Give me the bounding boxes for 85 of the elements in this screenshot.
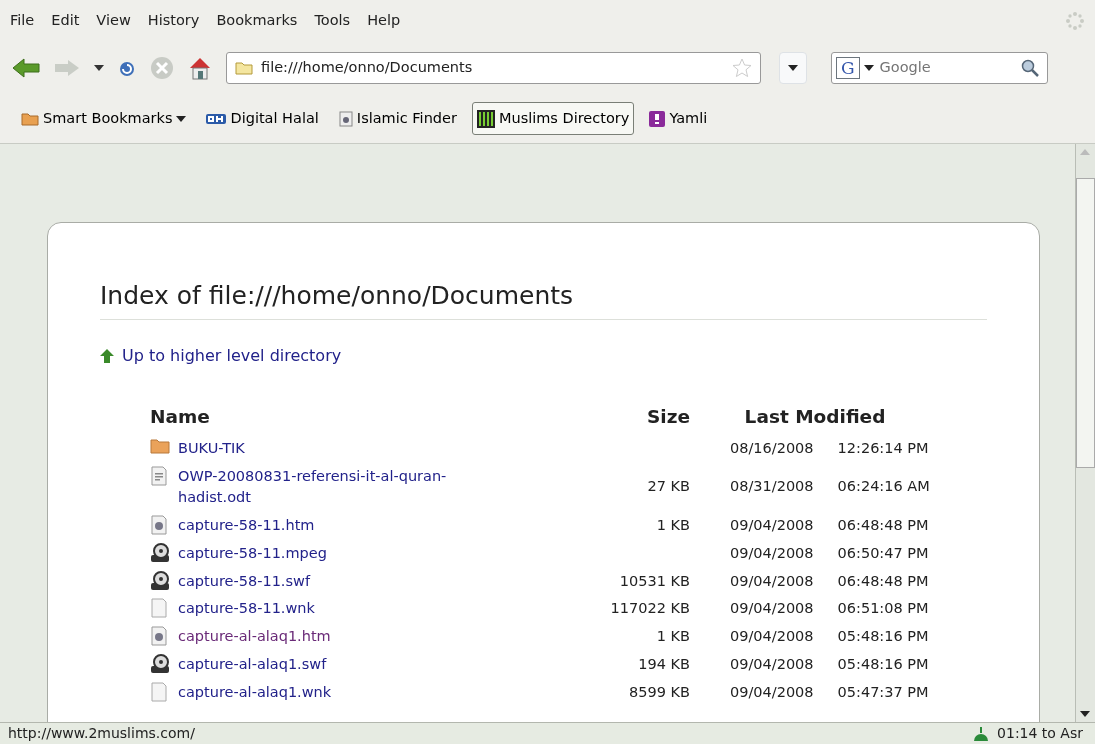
logo-icon	[649, 110, 666, 127]
file-link[interactable]: capture-58-11.wnk	[178, 598, 315, 620]
file-date: 09/04/2008	[730, 543, 814, 563]
bars-icon	[476, 109, 495, 128]
mosque-dome-icon	[973, 725, 990, 742]
web-page-icon	[150, 515, 170, 535]
file-link[interactable]: BUKU-TIK	[178, 437, 245, 460]
file-time: 06:48:48 PM	[837, 516, 929, 535]
throbber-icon	[1065, 11, 1085, 31]
file-date: 08/31/2008	[730, 477, 814, 497]
page-title: Index of file:///home/onno/Documents	[100, 281, 987, 320]
menu-item[interactable]: Tools	[314, 10, 351, 32]
file-link[interactable]: capture-58-11.mpeg	[178, 542, 327, 565]
file-link[interactable]: capture-al-alaq1.wnk	[178, 681, 332, 704]
bookmark-button[interactable]: Muslims Directory	[471, 101, 635, 136]
web-page-icon	[150, 626, 170, 646]
menu-item[interactable]: Help	[367, 10, 401, 32]
blank-file-icon	[150, 598, 170, 619]
dropdown-caret-icon[interactable]	[94, 65, 104, 71]
folder-icon	[235, 61, 253, 75]
bookmark-button[interactable]: Islamic Finder	[333, 101, 462, 136]
file-date: 09/04/2008	[730, 571, 814, 591]
page-icon	[338, 110, 353, 127]
address-dropdown-button[interactable]	[779, 52, 807, 84]
prayer-time: 01:14 to Asr	[997, 724, 1083, 743]
home-icon[interactable]	[188, 56, 212, 80]
file-size: 8599 KB	[629, 683, 690, 700]
file-time: 05:48:16 PM	[837, 627, 929, 646]
file-size: 1 KB	[656, 517, 690, 533]
column-header: Last Modified	[690, 381, 940, 435]
menu-item[interactable]: History	[147, 10, 200, 32]
film-reel-icon	[150, 542, 170, 563]
address-field[interactable]: file:///home/onno/Documents	[226, 52, 761, 84]
file-time: 12:26:14 PM	[837, 438, 929, 458]
file-link[interactable]: capture-58-11.htm	[178, 515, 315, 537]
search-field[interactable]: G Google	[831, 52, 1048, 84]
film-reel-icon	[150, 653, 170, 674]
file-date: 09/04/2008	[730, 516, 814, 535]
blank-file-icon	[150, 681, 170, 702]
back-arrow-icon[interactable]	[12, 57, 40, 79]
bookmark-button[interactable]: Yamli	[644, 101, 713, 136]
file-size: 194 KB	[638, 655, 690, 672]
document-icon	[150, 465, 170, 486]
folder-icon	[21, 111, 39, 126]
bookmark-button[interactable]: Smart Bookmarks	[16, 101, 192, 136]
file-time: 05:48:16 PM	[837, 654, 929, 674]
search-engine-label[interactable]: G	[836, 57, 860, 79]
file-link[interactable]: capture-al-alaq1.swf	[178, 653, 327, 676]
file-date: 09/04/2008	[730, 627, 814, 646]
star-icon[interactable]	[732, 58, 752, 78]
reload-icon[interactable]	[118, 59, 136, 77]
file-link[interactable]: capture-al-alaq1.htm	[178, 626, 331, 648]
file-time: 06:50:47 PM	[837, 543, 929, 563]
caret-icon	[788, 65, 798, 71]
scrollbar[interactable]	[1075, 144, 1095, 722]
up-directory-link[interactable]: Up to higher level directory	[100, 344, 342, 368]
file-time: 05:47:37 PM	[837, 682, 929, 702]
file-time: 06:48:48 PM	[837, 571, 929, 591]
column-header: Size	[646, 405, 690, 429]
file-link[interactable]: OWP-20080831-referensi-it-al-quran-hadist.odt	[178, 465, 518, 509]
logo-icon	[206, 113, 227, 124]
up-arrow-icon	[100, 349, 114, 363]
file-time: 06:51:08 PM	[837, 599, 929, 619]
search-icon[interactable]	[1021, 59, 1039, 77]
file-size: 117022 KB	[610, 600, 690, 617]
menu-item[interactable]: View	[96, 10, 131, 32]
caret-icon	[176, 115, 187, 122]
film-reel-icon	[150, 570, 170, 591]
file-size: 10531 KB	[619, 572, 690, 589]
file-time: 06:24:16 AM	[837, 477, 930, 497]
file-date: 08/16/2008	[730, 438, 814, 458]
status-url: http://www.2muslims.com/	[8, 724, 195, 743]
file-date: 09/04/2008	[730, 599, 814, 619]
scrollbar-thumb[interactable]	[1076, 178, 1095, 468]
file-size: 1 KB	[656, 628, 690, 644]
file-date: 09/04/2008	[730, 682, 814, 702]
menu-item[interactable]: File	[10, 10, 35, 32]
file-date: 09/04/2008	[730, 654, 814, 674]
file-link[interactable]: capture-58-11.swf	[178, 570, 310, 593]
file-size: 27 KB	[647, 478, 690, 495]
bookmark-button[interactable]: Digital Halal	[201, 101, 324, 136]
menu-item[interactable]: Bookmarks	[216, 10, 298, 32]
column-header: Name	[150, 405, 211, 429]
menu-item[interactable]: Edit	[51, 10, 80, 32]
caret-icon[interactable]	[863, 65, 874, 71]
